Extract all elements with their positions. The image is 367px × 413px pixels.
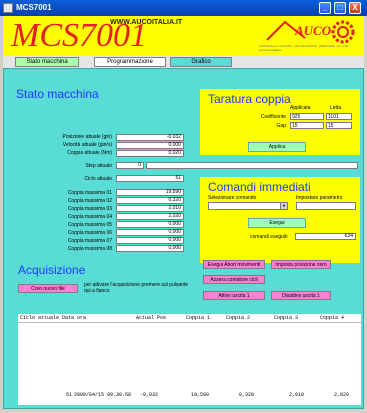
chevron-down-icon[interactable]: ▼: [280, 203, 287, 209]
main-panel: Stato macchina Posizione attuale (gin) -…: [3, 68, 364, 409]
velocita-value: 0,000: [116, 142, 184, 149]
acquisizione-hint: per attivare l'acquisizione premere sul …: [84, 282, 189, 294]
abort-button[interactable]: Esegui Abort movimenti: [203, 260, 265, 269]
cell-coppia-4: 2,020: [334, 392, 350, 398]
coeff-letta-field: [326, 113, 352, 120]
coppia-max-value: 19,590: [116, 189, 184, 196]
col-actual-pos: Actual Pos: [136, 315, 167, 321]
posizione-label: Posizione attuale (gin): [62, 134, 112, 140]
tab-grafico[interactable]: Grafico: [170, 57, 232, 67]
coppia-max-value: 0,000: [116, 245, 184, 252]
step-value: 0: [116, 162, 144, 169]
col-coppia-3: Coppia 3: [274, 315, 299, 321]
data-table: Ciclo attuale Data ora Actual Pos Coppia…: [18, 314, 361, 405]
title-bar: MCS7001 _ □ X: [0, 0, 367, 16]
window-title: MCS7001: [16, 3, 52, 12]
posizione-value: -0,032: [116, 134, 184, 141]
comando-select[interactable]: ▼: [208, 202, 288, 210]
gap-applicata-input[interactable]: [290, 122, 324, 129]
velocita-label: Velocità attuale (gin/s): [62, 142, 112, 148]
website-label: WWW.AUCOITALIA.IT: [110, 19, 183, 26]
stato-macchina-title: Stato macchina: [16, 87, 99, 101]
col-applicata: Applicata: [290, 105, 311, 111]
coppia-max-label: Coppia massima 01: [67, 190, 112, 196]
minimize-button[interactable]: _: [319, 2, 331, 14]
eseguiti-value: 634: [295, 233, 356, 240]
acquisizione-title: Acquisizione: [18, 263, 86, 277]
zero-position-button[interactable]: Imposta posizione zero: [271, 260, 331, 269]
comandi-panel: Comandi immediati Selezionare comando Im…: [200, 177, 360, 263]
cell-actual-pos: -0,032: [140, 392, 159, 398]
gap-letta-field: [326, 122, 352, 129]
cell-coppia-2: 0,320: [239, 392, 255, 398]
param-label: Impostare parametro: [296, 195, 343, 201]
coppia-max-label: Coppia massima 07: [67, 238, 112, 244]
col-ciclo: Ciclo attuale: [20, 315, 60, 321]
coppia-max-label: Coppia massima 05: [67, 222, 112, 228]
coeff-applicata-input[interactable]: [290, 113, 324, 120]
coppia-max-label: Coppia massima 04: [67, 214, 112, 220]
col-coppia-1: Coppia 1: [186, 315, 211, 321]
coeff-label: Coefficente: [260, 114, 286, 120]
cell-coppia-3: 2,010: [289, 392, 305, 398]
coppia-max-label: Coppia massima 08: [67, 246, 112, 252]
coppia-max-value: 0,000: [116, 237, 184, 244]
coppia-max-value: 0,320: [116, 197, 184, 204]
tab-stato-macchina[interactable]: Stato macchina: [15, 57, 79, 67]
reset-counter-button[interactable]: Azzera contatore cicli: [203, 275, 265, 284]
taratura-title: Taratura coppia: [208, 92, 291, 106]
header-banner: MCS7001 WWW.AUCOITALIA.IT AUCO Automazio…: [3, 16, 364, 56]
table-row[interactable]: 51 2008/04/15 09.30.58 -0,032 19,590 0,3…: [18, 392, 361, 401]
table-header: Ciclo attuale Data ora Actual Pos Coppia…: [18, 314, 361, 323]
step-label: Step attuale: [85, 163, 112, 169]
attivo-uscita-button[interactable]: Attivo uscita 1: [203, 291, 265, 300]
ciclo-value: 51: [116, 175, 184, 182]
coppia-max-value: 2,010: [116, 205, 184, 212]
cell-ciclo: 51: [66, 392, 73, 398]
select-label: Selezionare comando: [208, 195, 257, 201]
esegui-button[interactable]: Esegui: [248, 218, 306, 228]
cell-coppia-1: 19,590: [191, 392, 210, 398]
disattivo-uscita-button[interactable]: Disattivo uscita 1: [271, 291, 331, 300]
col-coppia-4: Coppia 4: [320, 315, 345, 321]
cell-data-ora: 2008/04/15 09.30.58: [74, 392, 132, 398]
coppia-attuale-value: 0,020: [116, 150, 184, 157]
maximize-button[interactable]: □: [334, 2, 346, 14]
col-data-ora: Data ora: [62, 315, 87, 321]
close-button[interactable]: X: [349, 2, 361, 14]
app-icon: [3, 3, 13, 13]
applica-button[interactable]: Applica: [248, 142, 306, 152]
coppia-max-value: 2,020: [116, 213, 184, 220]
brand-subtitle: Automazione e Controllo - Via dell'Indus…: [259, 44, 351, 52]
gap-label: Gap: [276, 123, 286, 129]
coppia-attuale-label: Coppia attuale (Nm): [67, 150, 112, 156]
ciclo-label: Ciclo attuale: [84, 176, 112, 182]
col-letta: Letta: [330, 105, 342, 111]
coppia-max-value: 0,000: [116, 229, 184, 236]
new-file-button[interactable]: Creo nuovo file: [18, 284, 78, 293]
taratura-panel: Taratura coppia Applicata Letta Coeffice…: [200, 89, 360, 155]
coppia-max-label: Coppia massima 02: [67, 198, 112, 204]
brand-logo: AUCO: [295, 23, 332, 38]
coppia-max-value: 0,000: [116, 221, 184, 228]
tab-strip: Stato macchina Programmazione Grafico: [3, 56, 364, 68]
eseguiti-label: comandi eseguiti: [250, 234, 288, 240]
coppia-max-label: Coppia massima 03: [67, 206, 112, 212]
col-coppia-2: Coppia 2: [226, 315, 251, 321]
comandi-title: Comandi immediati: [208, 180, 311, 194]
step-progress-bar: [146, 162, 358, 169]
tab-programmazione[interactable]: Programmazione: [94, 57, 166, 67]
param-input[interactable]: [296, 202, 356, 210]
coppia-max-label: Coppia massima 06: [67, 230, 112, 236]
